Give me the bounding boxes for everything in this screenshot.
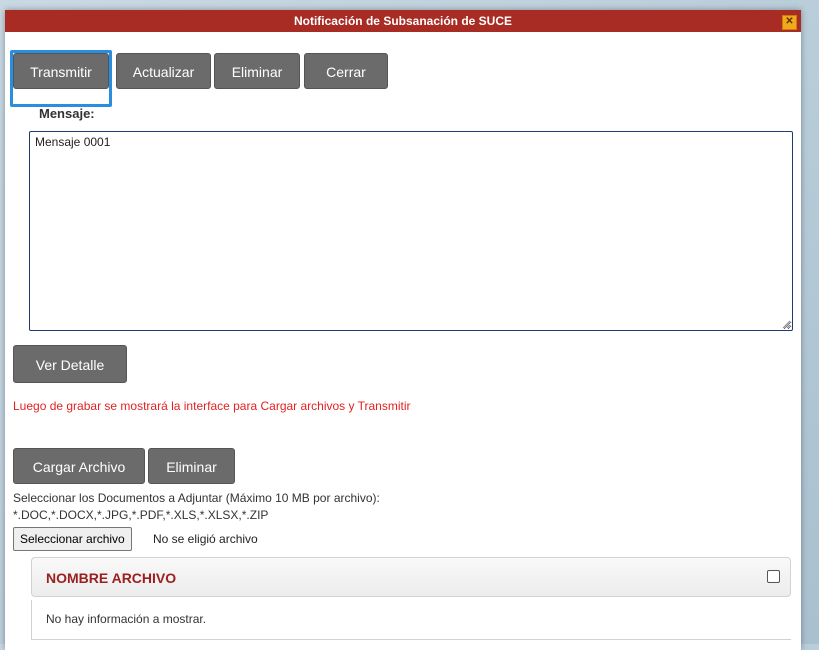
file-table-header: NOMBRE ARCHIVO (31, 557, 791, 597)
transmit-button[interactable]: Transmitir (13, 53, 109, 89)
delete-file-button[interactable]: Eliminar (148, 448, 235, 484)
view-detail-button[interactable]: Ver Detalle (13, 345, 127, 383)
message-label: Mensaje: (39, 106, 95, 121)
table-empty-row: No hay información a mostrar. (31, 600, 791, 640)
dialog-titlebar: Notificación de Subsanación de SUCE ✕ (5, 10, 801, 32)
resize-grip-icon[interactable] (781, 319, 791, 329)
no-file-status: No se eligió archivo (153, 532, 258, 546)
subsanacion-dialog: Notificación de Subsanación de SUCE ✕ Tr… (5, 10, 801, 650)
save-hint-note: Luego de grabar se mostrará la interface… (13, 399, 411, 413)
message-textarea[interactable]: Mensaje 0001 (29, 131, 793, 331)
dialog-title: Notificación de Subsanación de SUCE (293, 14, 513, 28)
select-all-checkbox[interactable] (767, 570, 780, 583)
upload-file-button[interactable]: Cargar Archivo (13, 448, 145, 484)
empty-table-message: No hay información a mostrar. (46, 612, 207, 626)
select-file-button[interactable]: Seleccionar archivo (13, 527, 132, 551)
attachment-instructions: Seleccionar los Documentos a Adjuntar (M… (13, 491, 380, 505)
allowed-extensions: *.DOC,*.DOCX,*.JPG,*.PDF,*.XLS,*.XLSX,*.… (13, 508, 269, 522)
column-header-file-name: NOMBRE ARCHIVO (46, 570, 177, 586)
delete-button[interactable]: Eliminar (214, 53, 300, 89)
close-icon[interactable]: ✕ (782, 15, 797, 30)
close-button[interactable]: Cerrar (304, 53, 388, 89)
update-button[interactable]: Actualizar (116, 53, 211, 89)
